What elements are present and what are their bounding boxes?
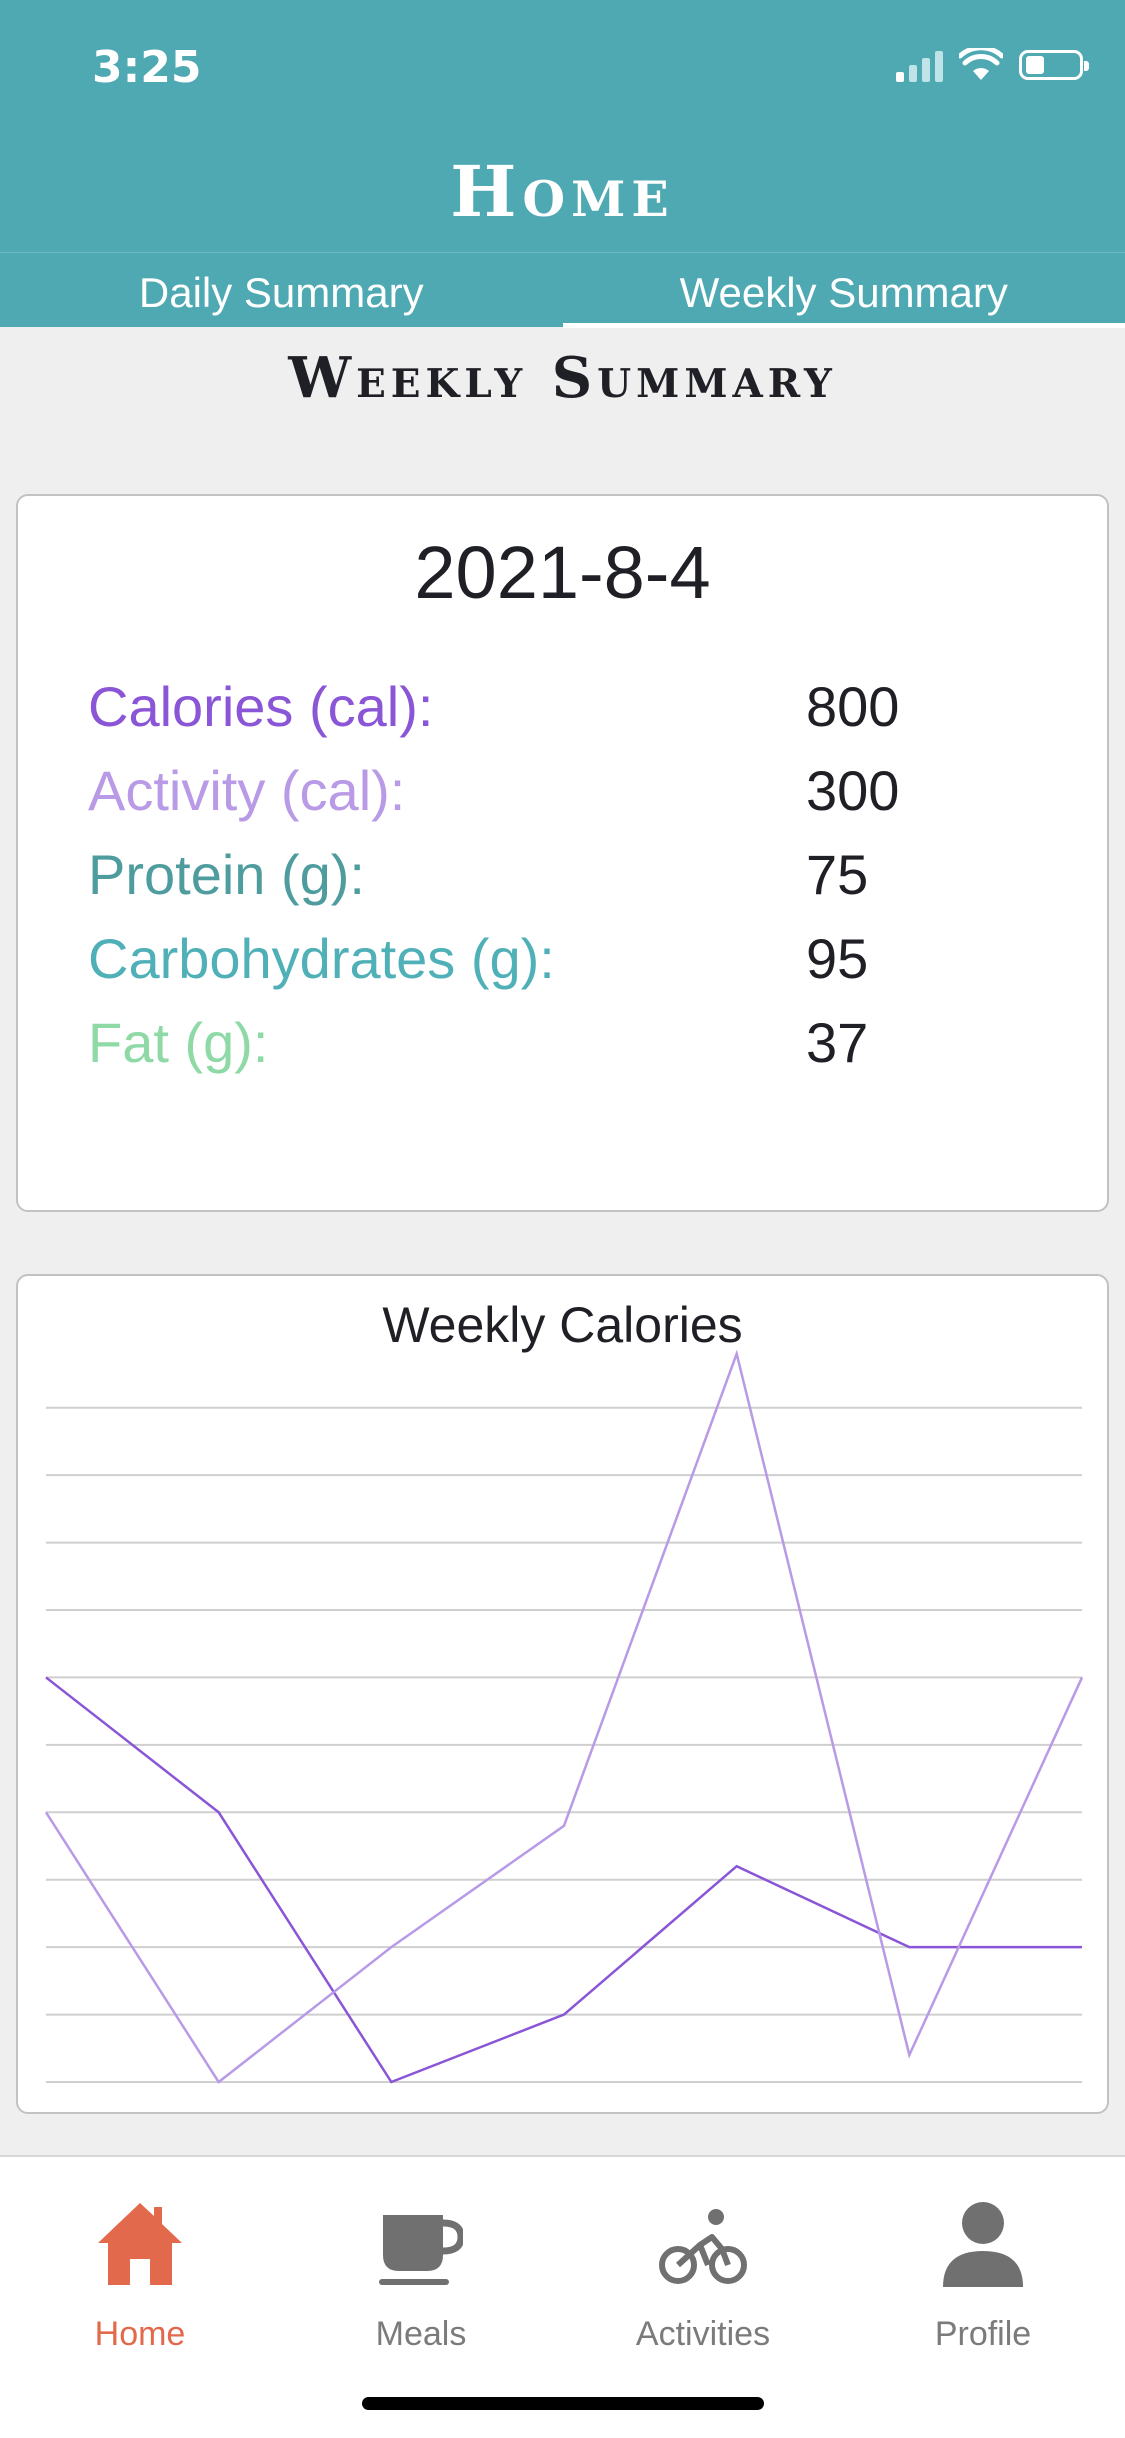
fat-value: 37 [806, 1010, 868, 1075]
calories-value: 800 [806, 674, 899, 739]
summary-date: 2021-8-4 [18, 530, 1107, 615]
fat-label: Fat (g): [88, 1010, 268, 1075]
calories-row: Calories (cal): 800 [88, 674, 1048, 754]
wifi-icon [959, 48, 1003, 82]
tabbar-profile[interactable]: Profile [893, 2177, 1073, 2354]
carbohydrates-row: Carbohydrates (g): 95 [88, 926, 1048, 1006]
weekly-calories-chart [18, 1276, 1107, 2112]
activity-value: 300 [806, 758, 899, 823]
activity-row: Activity (cal): 300 [88, 758, 1048, 838]
tabbar-home[interactable]: Home [50, 2177, 230, 2354]
activity-label: Activity (cal): [88, 758, 405, 823]
battery-icon [1019, 50, 1083, 80]
page-title: Home [0, 150, 1125, 233]
tabbar-activities[interactable]: Activities [613, 2177, 793, 2354]
protein-label: Protein (g): [88, 842, 365, 907]
calories-label: Calories (cal): [88, 674, 433, 739]
tabbar-meals-label: Meals [331, 2315, 511, 2354]
summary-tabs: Daily Summary Weekly Summary [0, 252, 1125, 328]
carbohydrates-value: 95 [806, 926, 868, 991]
bicycle-icon [658, 2207, 748, 2287]
tabbar-profile-label: Profile [893, 2315, 1073, 2354]
section-title: Weekly Summary [0, 345, 1125, 411]
summary-card: 2021-8-4 Calories (cal): 800 Activity (c… [16, 494, 1109, 1212]
home-icon [92, 2199, 188, 2287]
protein-value: 75 [806, 842, 868, 907]
weekly-calories-card: Weekly Calories [16, 1274, 1109, 2114]
tab-weekly-summary[interactable]: Weekly Summary [563, 253, 1125, 328]
tabbar-activities-label: Activities [613, 2315, 793, 2354]
fat-row: Fat (g): 37 [88, 1010, 1048, 1090]
tab-daily-summary[interactable]: Daily Summary [0, 253, 563, 328]
cellular-signal-icon [896, 48, 943, 82]
cup-icon [379, 2211, 463, 2287]
carbohydrates-label: Carbohydrates (g): [88, 926, 555, 991]
bottom-tab-bar: Home Meals Activities [0, 2155, 1125, 2438]
status-time: 3:25 [92, 42, 201, 93]
person-icon [941, 2201, 1025, 2287]
home-indicator [362, 2397, 764, 2410]
protein-row: Protein (g): 75 [88, 842, 1048, 922]
tabbar-home-label: Home [50, 2315, 230, 2354]
chart-series-line-2 [46, 1354, 1082, 2082]
tabbar-meals[interactable]: Meals [331, 2177, 511, 2354]
status-icons [896, 48, 1083, 82]
header: 3:25 Home Daily Summary Weekly Summary [0, 0, 1125, 327]
